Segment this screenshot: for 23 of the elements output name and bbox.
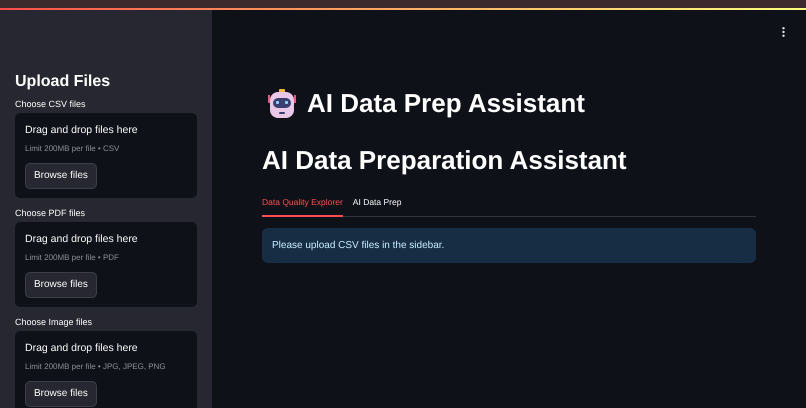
- file-drop-zone[interactable]: Drag and drop files here Limit 200MB per file • PDF Browse files: [15, 222, 197, 307]
- drop-instruction: Drag and drop files here: [25, 123, 139, 138]
- file-limit-text: Limit 200MB per file • JPG, JPEG, PNG: [25, 360, 167, 373]
- browse-files-button[interactable]: Browse files: [25, 272, 97, 298]
- file-limit-text: Limit 200MB per file • CSV: [25, 142, 120, 155]
- drop-instruction: Drag and drop files here: [25, 341, 139, 356]
- drop-instruction: Drag and drop files here: [25, 232, 139, 247]
- browse-files-button[interactable]: Browse files: [25, 380, 97, 407]
- file-limit-text: Limit 200MB per file • PDF: [25, 252, 120, 264]
- sidebar-title: Upload Files: [15, 72, 112, 92]
- tab[interactable]: Data Quality Explorer: [262, 196, 343, 217]
- file-drop-zone[interactable]: Drag and drop files here Limit 200MB per file • CSV Browse files: [15, 113, 197, 198]
- tab[interactable]: AI Data Prep: [352, 196, 402, 217]
- page-title: AI Data Prep Assistant: [307, 87, 585, 120]
- uploader-label: Choose PDF files: [15, 208, 86, 219]
- file-drop-zone[interactable]: Drag and drop files here Limit 200MB per file • JPG, JPEG, PNG Browse files: [15, 331, 197, 408]
- robot-icon: [266, 88, 298, 118]
- more-menu-icon[interactable]: [782, 27, 785, 37]
- uploader-label: Choose Image files: [15, 317, 94, 328]
- page-heading: AI Data Preparation Assistant: [262, 144, 628, 177]
- uploader-label: Choose CSV files: [15, 99, 87, 110]
- info-message: Please upload CSV files in the sidebar.: [262, 228, 756, 263]
- browse-files-button[interactable]: Browse files: [25, 162, 97, 189]
